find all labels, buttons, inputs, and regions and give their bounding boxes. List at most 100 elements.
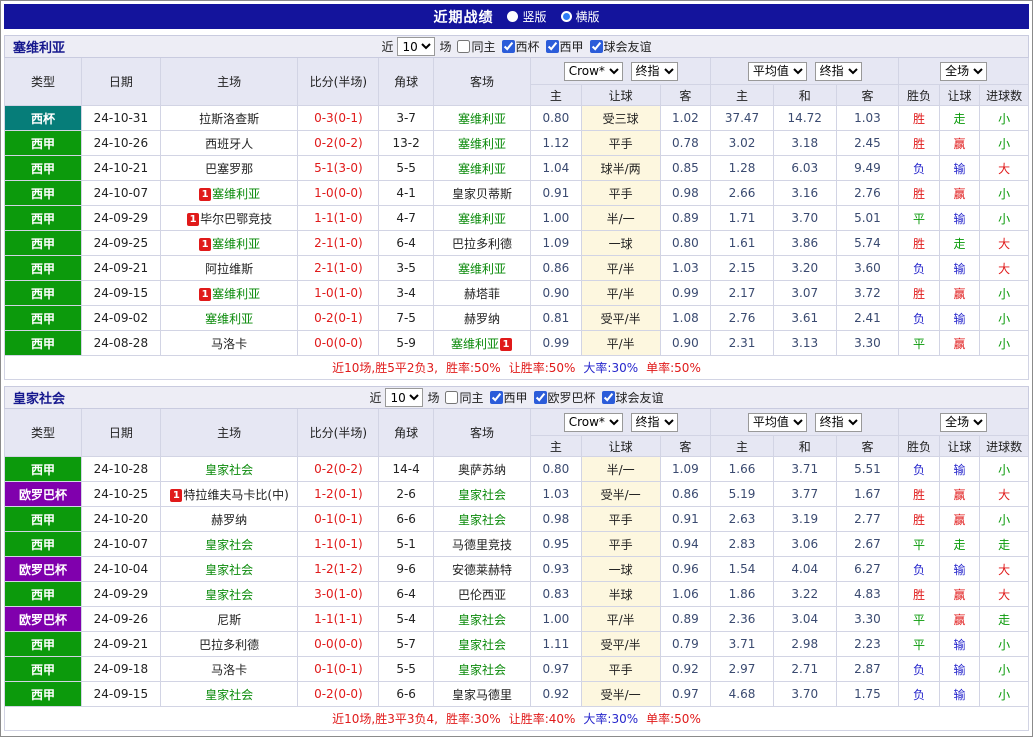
col-odds-home: 主: [530, 84, 582, 106]
team-badge: 1: [170, 488, 183, 502]
result-handicap: 输: [938, 556, 981, 582]
col-result-outcome: 胜负: [898, 435, 940, 457]
corner-count: 3-4: [378, 280, 434, 306]
mode-vertical[interactable]: 竖版: [507, 8, 547, 25]
corner-count: 5-4: [378, 606, 434, 632]
competition-checkbox[interactable]: [501, 40, 515, 53]
result-outcome: 平: [898, 531, 940, 557]
match-count-select[interactable]: 10: [397, 37, 436, 56]
avg-time-select[interactable]: 终指: [814, 61, 862, 81]
odds-source-select[interactable]: Crow*: [563, 412, 623, 432]
team-link: 塞维利亚: [458, 261, 507, 276]
match-date: 24-09-02: [80, 305, 161, 331]
recent-results-panel: 近期战绩 竖版 横版 塞维利亚 近 10 场 同主 西杯 西甲 球会友谊 类型 …: [0, 0, 1033, 737]
team-link: 安德莱赫特: [452, 562, 513, 577]
competition-filter[interactable]: 欧罗巴杯: [530, 389, 596, 406]
result-handicap: 赢: [938, 581, 981, 607]
match-row: 西甲 24-10-28 皇家社会 0-2(0-2) 14-4 奥萨苏纳 0.80 半/一 1.0…: [4, 456, 1029, 482]
corner-count: 5-7: [378, 631, 434, 657]
odds-home: 0.86: [530, 255, 582, 281]
odds-handicap: 平/半: [580, 606, 661, 632]
home-team: 1 特拉维夫马卡比(中): [159, 481, 299, 507]
competition-filter[interactable]: 球会友谊: [598, 389, 664, 406]
odds-away: 0.79: [659, 631, 712, 657]
scope-select[interactable]: 全场: [940, 61, 988, 81]
odds-home: 1.00: [530, 606, 582, 632]
odds-handicap: 受三球: [580, 105, 661, 131]
away-team: 赫塔菲: [432, 280, 532, 306]
horizontal-radio-icon[interactable]: [560, 11, 572, 22]
same-home-filter[interactable]: 同主: [453, 38, 496, 55]
team-link: 巴拉多利德: [452, 236, 513, 251]
same-home-filter[interactable]: 同主: [441, 389, 484, 406]
odds-time-select[interactable]: 终指: [630, 412, 678, 432]
match-date: 24-10-31: [80, 105, 161, 131]
odds-away: 0.85: [659, 155, 712, 181]
summary-stat: 让胜率:40%: [508, 712, 576, 726]
odds-away: 0.98: [659, 180, 712, 206]
avg-group-header: 平均值 终指: [710, 57, 900, 85]
col-corner: 角球: [378, 57, 434, 106]
team-link: 皇家社会: [458, 612, 507, 627]
avg-away: 2.76: [835, 180, 900, 206]
same-home-label: 同主: [471, 40, 496, 54]
competition-filter[interactable]: 西杯: [498, 38, 540, 55]
team-link: 皇家社会: [205, 587, 254, 602]
competition-checkbox[interactable]: [601, 391, 615, 404]
home-team: 1 塞维利亚: [159, 230, 299, 256]
competition-type: 欧罗巴杯: [4, 481, 82, 507]
corner-count: 2-6: [378, 481, 434, 507]
match-row: 欧罗巴杯 24-09-26 尼斯 1-1(1-1) 5-4 皇家社会 1.00 平/半 0.89…: [4, 606, 1029, 632]
col-date: 日期: [80, 57, 161, 106]
team-link: 塞维利亚: [212, 236, 261, 251]
odds-source-select[interactable]: Crow*: [563, 61, 623, 81]
home-team: 马洛卡: [159, 656, 299, 682]
competition-type: 西甲: [4, 631, 82, 657]
avg-source-select[interactable]: 平均值: [747, 412, 807, 432]
result-group-header: 全场: [898, 57, 1029, 85]
same-home-checkbox[interactable]: [457, 40, 471, 53]
competition-filter[interactable]: 西甲: [486, 389, 528, 406]
match-score: 5-1(3-0): [297, 155, 380, 181]
result-outcome: 胜: [898, 230, 940, 256]
avg-home: 1.28: [710, 155, 774, 181]
avg-time-select[interactable]: 终指: [814, 412, 862, 432]
match-count-select[interactable]: 10: [385, 388, 424, 407]
odds-handicap: 平/半: [580, 330, 661, 356]
team-link: 赫罗纳: [464, 311, 501, 326]
team-section-sociedad: 皇家社会 近 10 场 同主 西甲 欧罗巴杯 球会友谊 类型 日期 主场 比分(…: [4, 386, 1029, 731]
vertical-radio-icon[interactable]: [507, 11, 519, 22]
competition-checkbox[interactable]: [533, 391, 547, 404]
avg-home: 1.54: [710, 556, 774, 582]
result-outcome: 负: [898, 681, 940, 707]
avg-source-select[interactable]: 平均值: [747, 61, 807, 81]
competition-checkbox[interactable]: [545, 40, 559, 53]
odds-handicap: 一球: [580, 230, 661, 256]
corner-count: 14-4: [378, 456, 434, 482]
competition-checkbox[interactable]: [489, 391, 503, 404]
odds-time-select[interactable]: 终指: [630, 61, 678, 81]
competition-label: 球会友谊: [615, 391, 664, 405]
team-section-sevilla: 塞维利亚 近 10 场 同主 西杯 西甲 球会友谊 类型 日期 主场 比分(半场…: [4, 35, 1029, 380]
competition-type: 西甲: [4, 681, 82, 707]
avg-home: 37.47: [710, 105, 774, 131]
competition-checkbox[interactable]: [589, 40, 603, 53]
team-link: 塞维利亚: [451, 336, 500, 351]
competition-filter[interactable]: 球会友谊: [586, 38, 652, 55]
match-row: 西甲 24-09-29 1 毕尔巴鄂竞技 1-1(1-0) 4-7 塞维利亚 1.00 半/一 0…: [4, 205, 1029, 231]
mode-horizontal[interactable]: 横版: [560, 8, 600, 25]
col-score: 比分(半场): [297, 408, 380, 457]
same-home-checkbox[interactable]: [445, 391, 459, 404]
avg-away: 1.75: [835, 681, 900, 707]
away-team: 塞维利亚: [432, 155, 532, 181]
team-link: 皇家贝蒂斯: [452, 186, 513, 201]
odds-away: 0.94: [659, 531, 712, 557]
home-team: 巴塞罗那: [159, 155, 299, 181]
scope-select[interactable]: 全场: [940, 412, 988, 432]
home-team: 皇家社会: [159, 556, 299, 582]
match-row: 西甲 24-09-25 1 塞维利亚 2-1(1-0) 6-4 巴拉多利德 1.09 一球 0.8…: [4, 230, 1029, 256]
competition-filter[interactable]: 西甲: [542, 38, 584, 55]
filter-prefix-label: 近: [381, 40, 394, 54]
avg-home: 3.71: [710, 631, 774, 657]
avg-away: 3.72: [835, 280, 900, 306]
